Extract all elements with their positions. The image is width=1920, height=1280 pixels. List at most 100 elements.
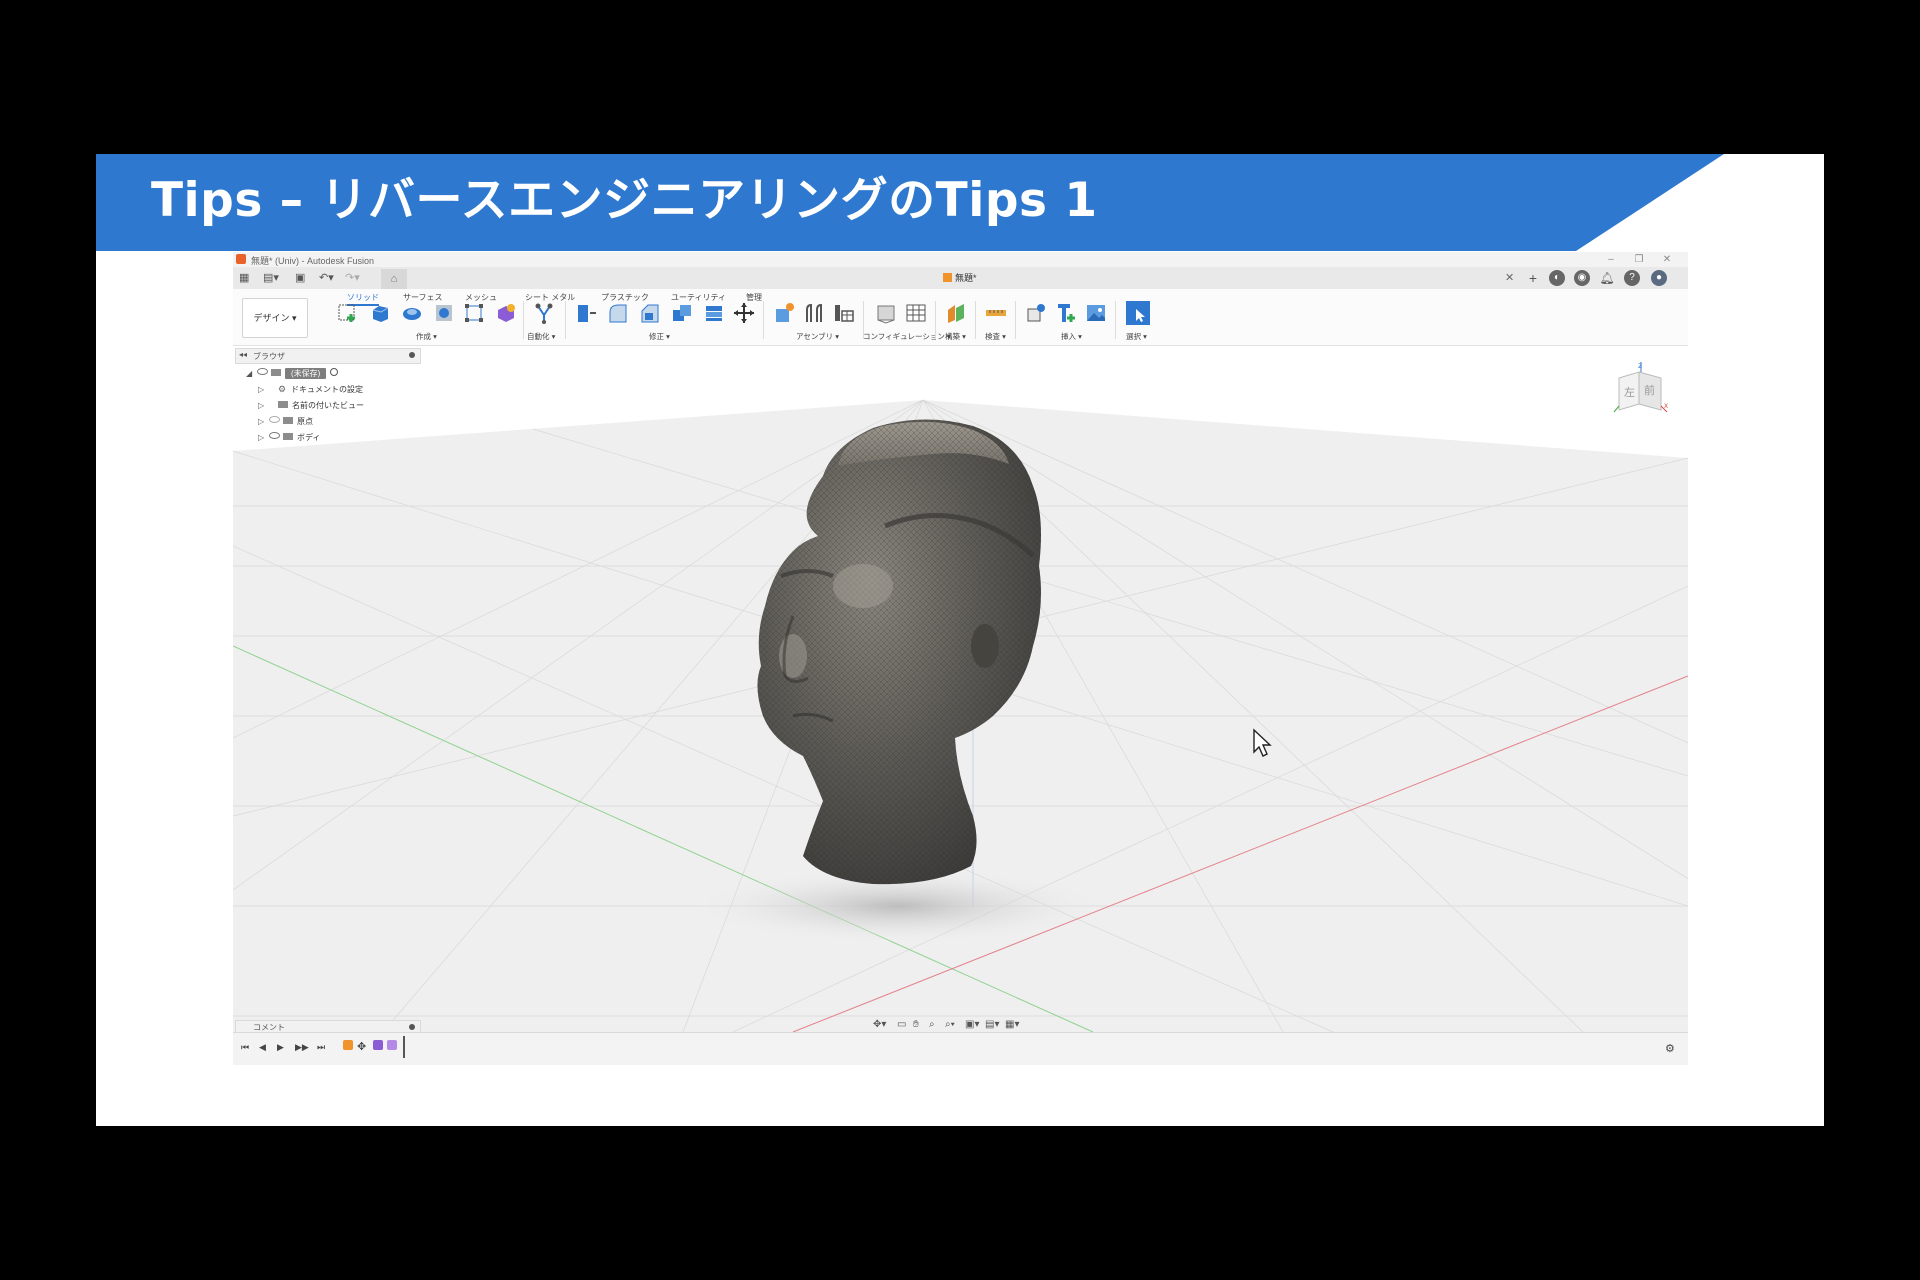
zoom-icon[interactable]: ⌕▾ — [945, 1019, 955, 1030]
next-icon[interactable]: ▶▶ — [295, 1042, 309, 1053]
save-icon[interactable]: ▣ — [295, 271, 305, 285]
insert-derive-icon[interactable] — [1025, 302, 1047, 324]
minimize-button[interactable]: – — [1601, 252, 1621, 267]
measure-icon[interactable] — [985, 302, 1007, 324]
visibility-eye-icon[interactable] — [257, 368, 268, 375]
browser-collapse-button[interactable]: ◂◂ — [239, 350, 247, 359]
new-component-icon[interactable] — [773, 302, 795, 324]
prev-icon[interactable]: ◀ — [259, 1042, 266, 1053]
group-construct[interactable]: 構築 ▾ — [945, 331, 966, 342]
select-icon[interactable] — [1126, 301, 1150, 325]
document-tab-label: 無題* — [955, 273, 977, 283]
comment-pin-icon[interactable] — [409, 1024, 415, 1030]
group-assemble[interactable]: アセンブリ ▾ — [796, 331, 839, 342]
tree-item-origin[interactable]: ▷ 原点 — [258, 416, 313, 427]
first-icon[interactable]: ⏮ — [241, 1042, 249, 1053]
group-insert[interactable]: 挿入 ▾ — [1061, 331, 1082, 342]
file-menu-icon[interactable]: ▤▾ — [263, 271, 279, 285]
tree-root-label: (未保存) — [285, 368, 327, 379]
job-status-icon[interactable]: ◉ — [1574, 270, 1590, 286]
combine-icon[interactable] — [703, 302, 725, 324]
orbit-icon[interactable]: ✥▾ — [873, 1019, 886, 1030]
revolve-icon[interactable] — [401, 302, 423, 324]
viewcube-front-face[interactable]: 前 — [1644, 383, 1655, 397]
as-built-joint-icon[interactable] — [833, 302, 855, 324]
create-sketch-icon[interactable] — [337, 302, 359, 324]
collapse-triangle-icon[interactable]: ◢ — [246, 369, 254, 378]
hole-icon[interactable] — [433, 302, 455, 324]
offset-plane-icon[interactable] — [945, 302, 967, 324]
configuration-table-icon[interactable] — [905, 302, 927, 324]
extensions-icon[interactable]: ◐ — [1549, 270, 1565, 286]
viewport-3d[interactable]: ◂◂ ブラウザ ◢ (未保存) ▷ ⚙ ドキュメントの設定 ▷ 名前の付いたビュー ▷ 原… — [233, 346, 1688, 1032]
browser-pin-icon[interactable] — [409, 352, 415, 358]
insert-canvas-icon[interactable] — [1085, 302, 1107, 324]
tree-item-bodies[interactable]: ▷ ボディ — [258, 432, 320, 443]
last-icon[interactable]: ⏭ — [317, 1042, 325, 1053]
look-at-icon[interactable]: ▭ — [897, 1019, 906, 1030]
timeline-feature-icon[interactable] — [343, 1040, 353, 1050]
maximize-button[interactable]: ❐ — [1629, 252, 1649, 267]
workspace-switcher[interactable]: デザイン ▾ — [242, 298, 308, 338]
joint-icon[interactable] — [803, 302, 825, 324]
document-tab[interactable]: 無題* — [943, 271, 977, 284]
timeline-move-icon[interactable]: ✥ — [357, 1040, 366, 1053]
visibility-eye-icon[interactable] — [269, 416, 280, 423]
activate-icon[interactable] — [330, 368, 339, 376]
move-icon[interactable] — [733, 302, 755, 324]
visual-style-icon[interactable]: ▤▾ — [985, 1019, 999, 1030]
tree-item-named-views[interactable]: ▷ 名前の付いたビュー — [258, 400, 364, 411]
tree-item-document-settings[interactable]: ▷ ⚙ ドキュメントの設定 — [258, 384, 363, 395]
play-icon[interactable]: ▶ — [277, 1042, 284, 1053]
timeline-feature-icon[interactable] — [387, 1040, 397, 1050]
tree-item-label: ドキュメントの設定 — [291, 385, 363, 394]
app-grid-icon[interactable]: ▦ — [239, 271, 249, 285]
viewcube-x-label: X — [1664, 403, 1668, 410]
zoom-window-icon[interactable]: ⌕ — [929, 1019, 935, 1030]
automate-icon[interactable] — [533, 302, 555, 324]
derive-icon[interactable] — [495, 302, 517, 324]
press-pull-icon[interactable] — [575, 302, 597, 324]
slide-title: Tips – リバースエンジニアリングのTips 1 — [151, 173, 1098, 228]
fusion-logo-icon — [236, 254, 246, 264]
navigation-bar: ✥▾ ▭ ✋︎ ⌕ ⌕▾ ▣▾ ▤▾ ▦▾ — [873, 1019, 1023, 1032]
group-configure[interactable]: コンフィギュレーション ▾ — [863, 331, 951, 342]
shell-icon[interactable] — [671, 302, 693, 324]
close-tab-button[interactable]: ✕ — [1505, 271, 1514, 284]
undo-icon[interactable]: ↶▾ — [319, 271, 334, 285]
fillet-icon[interactable] — [607, 302, 629, 324]
new-tab-icon[interactable]: + — [1525, 270, 1541, 286]
configure-icon[interactable] — [875, 302, 897, 324]
expand-triangle-icon[interactable]: ▷ — [258, 433, 266, 442]
folder-icon — [283, 433, 293, 440]
chamfer-icon[interactable] — [639, 302, 661, 324]
group-inspect[interactable]: 検査 ▾ — [985, 331, 1006, 342]
insert-mesh-icon[interactable] — [1055, 302, 1077, 324]
timeline-feature-icon[interactable] — [373, 1040, 383, 1050]
home-tab-icon[interactable]: ⌂ — [381, 269, 407, 289]
group-create[interactable]: 作成 ▾ — [416, 331, 437, 342]
tree-root[interactable]: ◢ (未保存) — [246, 368, 339, 379]
grid-icon[interactable]: ▦▾ — [1005, 1019, 1019, 1030]
timeline-marker[interactable] — [403, 1036, 405, 1058]
form-icon[interactable] — [463, 302, 485, 324]
group-automate[interactable]: 自動化 ▾ — [527, 331, 555, 342]
viewcube-left-face[interactable]: 左 — [1624, 386, 1635, 399]
user-avatar-icon[interactable]: ● — [1651, 270, 1667, 286]
group-select[interactable]: 選択 ▾ — [1126, 331, 1147, 342]
close-window-button[interactable]: ✕ — [1657, 252, 1677, 267]
expand-triangle-icon[interactable]: ▷ — [258, 417, 266, 426]
display-settings-icon[interactable]: ▣▾ — [965, 1019, 979, 1030]
group-modify[interactable]: 修正 ▾ — [649, 331, 670, 342]
pan-icon[interactable]: ✋︎ — [913, 1019, 919, 1030]
help-icon[interactable]: ? — [1624, 270, 1640, 286]
expand-triangle-icon[interactable]: ▷ — [258, 401, 266, 410]
notifications-icon[interactable]: 🔔︎ — [1599, 270, 1615, 286]
redo-icon[interactable]: ↷▾ — [345, 271, 360, 285]
view-cube[interactable]: 左 前 Z X — [1611, 360, 1671, 420]
visibility-eye-icon[interactable] — [269, 432, 280, 439]
extrude-icon[interactable] — [369, 302, 391, 324]
timeline-settings-gear-icon[interactable]: ⚙ — [1665, 1042, 1675, 1055]
browser-panel: ◂◂ ブラウザ — [235, 348, 421, 364]
expand-triangle-icon[interactable]: ▷ — [258, 385, 266, 394]
